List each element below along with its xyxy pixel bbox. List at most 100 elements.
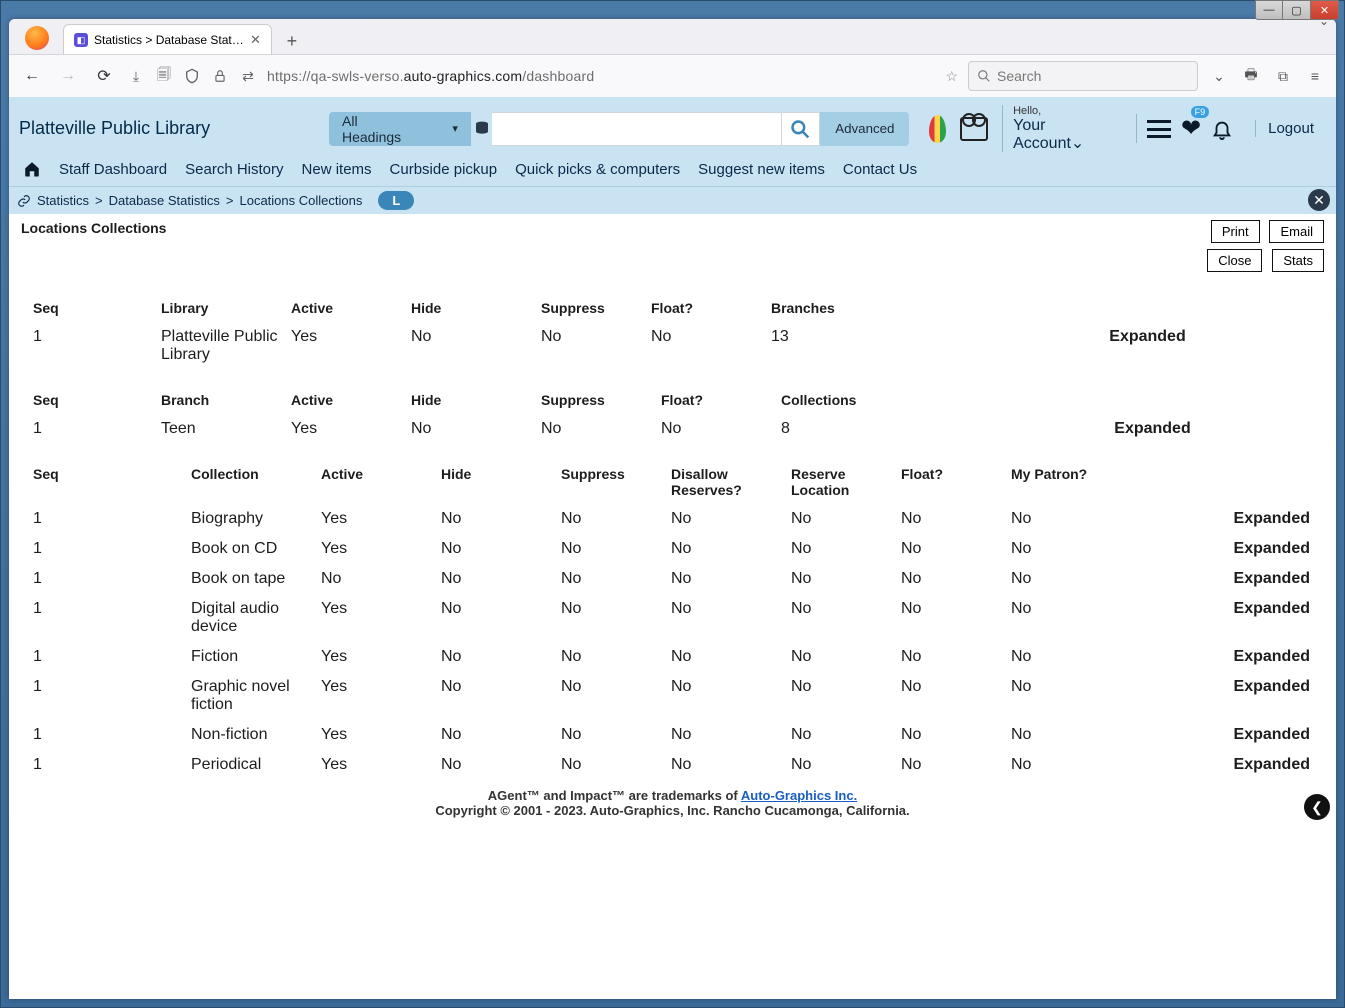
list-icon[interactable]	[1147, 120, 1171, 138]
nav-suggest[interactable]: Suggest new items	[698, 161, 825, 178]
nav-new-items[interactable]: New items	[302, 161, 372, 178]
footer-link[interactable]: Auto-Graphics Inc.	[741, 788, 857, 803]
address-bar[interactable]: ⤓ 🗐 ⇄ https://qa-swls-verso.auto-graphic…	[127, 67, 958, 85]
advanced-search-button[interactable]: Advanced	[820, 112, 909, 146]
back-button[interactable]: ←	[19, 63, 45, 89]
collection-row[interactable]: 1FictionYesNoNoNoNoNoNoExpanded	[21, 642, 1324, 672]
headings-label: All Headings	[342, 113, 416, 145]
collection-row[interactable]: 1Book on CDYesNoNoNoNoNoNoExpanded	[21, 534, 1324, 564]
print-button[interactable]: Print	[1211, 220, 1260, 243]
hamburger-menu-icon[interactable]: ≡	[1304, 68, 1326, 84]
expanded-toggle[interactable]: Expanded	[1131, 570, 1324, 588]
breadcrumb-close-button[interactable]: ✕	[1308, 189, 1330, 211]
col-hide: Hide	[411, 300, 541, 316]
tab-close-icon[interactable]: ✕	[250, 32, 261, 48]
branch-table: Seq Branch Active Hide Suppress Float? C…	[21, 386, 1324, 444]
side-drawer-toggle[interactable]: ❮	[1304, 794, 1330, 820]
reload-button[interactable]: ⟳	[91, 63, 117, 89]
bookmark-star-icon[interactable]: ☆	[945, 68, 958, 85]
library-row[interactable]: 1 Platteville Public Library Yes No No N…	[21, 322, 1324, 370]
main-nav: Staff Dashboard Search History New items…	[19, 152, 1326, 186]
catalog-search-input[interactable]	[492, 112, 781, 146]
col-suppress: Suppress	[541, 300, 651, 316]
nav-search-history[interactable]: Search History	[185, 161, 283, 178]
database-icon[interactable]	[471, 112, 492, 146]
nav-quick-picks[interactable]: Quick picks & computers	[515, 161, 680, 178]
url-text: https://qa-swls-verso.auto-graphics.com/…	[267, 68, 935, 84]
logout-link[interactable]: Logout	[1255, 120, 1326, 137]
microfilm-icon[interactable]	[960, 117, 988, 141]
expanded-toggle[interactable]: Expanded	[971, 328, 1324, 364]
collection-row[interactable]: 1Book on tapeNoNoNoNoNoNoNoExpanded	[21, 564, 1324, 594]
browser-tab[interactable]: ◧ Statistics > Database Statistics > ✕	[63, 24, 272, 54]
balloon-icon[interactable]	[929, 115, 946, 143]
chevron-down-icon: ⌄	[1071, 135, 1084, 152]
expanded-toggle[interactable]: Expanded	[981, 420, 1324, 438]
breadcrumb-item[interactable]: Locations Collections	[239, 193, 362, 208]
browser-toolbar: ← → ⟳ ⤓ 🗐 ⇄ https://qa-swls-verso.auto-g…	[9, 55, 1336, 97]
col-seq: Seq	[21, 300, 161, 316]
favorites-badge: F9	[1191, 106, 1210, 118]
notifications-bell-icon[interactable]	[1211, 118, 1233, 140]
permissions-icon[interactable]: ⇄	[239, 67, 257, 85]
nav-contact[interactable]: Contact Us	[843, 161, 917, 178]
expanded-toggle[interactable]: Expanded	[1131, 600, 1324, 636]
expanded-toggle[interactable]: Expanded	[1131, 678, 1324, 714]
collection-row[interactable]: 1Digital audio deviceYesNoNoNoNoNoNoExpa…	[21, 594, 1324, 642]
collection-row[interactable]: 1BiographyYesNoNoNoNoNoNoExpanded	[21, 504, 1324, 534]
page-title: Locations Collections	[21, 220, 166, 236]
clipboard-icon[interactable]: 🗐	[155, 67, 173, 85]
extension-icon[interactable]: ⧉	[1272, 68, 1294, 85]
nav-staff-dashboard[interactable]: Staff Dashboard	[59, 161, 167, 178]
pocket-icon[interactable]: ⌄	[1208, 68, 1230, 85]
browser-tab-strip: ◧ Statistics > Database Statistics > ✕ +…	[9, 19, 1336, 55]
chevron-down-icon: ▾	[452, 122, 458, 135]
headings-dropdown[interactable]: All Headings ▾	[329, 112, 471, 146]
breadcrumb-item[interactable]: Database Statistics	[109, 193, 220, 208]
tab-title: Statistics > Database Statistics >	[94, 33, 244, 47]
tab-favicon: ◧	[74, 33, 88, 47]
window-minimize[interactable]: —	[1255, 0, 1283, 20]
window-maximize[interactable]: ▢	[1283, 0, 1311, 20]
expanded-toggle[interactable]: Expanded	[1131, 756, 1324, 774]
search-icon	[977, 69, 991, 83]
catalog-search-button[interactable]	[782, 112, 821, 146]
forward-button[interactable]: →	[55, 63, 81, 89]
browser-search-box[interactable]: Search	[968, 61, 1198, 91]
breadcrumb-pill: L	[378, 191, 414, 210]
collection-table: Seq Collection Active Hide Suppress Disa…	[21, 460, 1324, 780]
breadcrumb-item[interactable]: Statistics	[37, 193, 89, 208]
expanded-toggle[interactable]: Expanded	[1131, 540, 1324, 558]
hello-text: Hello,	[1013, 105, 1112, 117]
branch-row[interactable]: 1 Teen Yes No No No 8 Expanded	[21, 414, 1324, 444]
col-library: Library	[161, 300, 291, 316]
breadcrumb: Statistics > Database Statistics > Locat…	[9, 186, 1336, 214]
browser-search-placeholder: Search	[997, 68, 1041, 84]
collection-row[interactable]: 1PeriodicalYesNoNoNoNoNoNoExpanded	[21, 750, 1324, 780]
new-tab-button[interactable]: +	[280, 30, 304, 54]
col-float: Float?	[651, 300, 771, 316]
close-button[interactable]: Close	[1207, 249, 1262, 272]
col-active: Active	[291, 300, 411, 316]
nav-curbside[interactable]: Curbside pickup	[390, 161, 498, 178]
library-name: Platteville Public Library	[19, 118, 319, 139]
expanded-toggle[interactable]: Expanded	[1131, 648, 1324, 666]
lock-icon[interactable]	[211, 67, 229, 85]
account-label: Your Account	[1013, 117, 1071, 152]
link-chain-icon	[17, 194, 31, 208]
favorites-icon[interactable]: ❤F9	[1181, 114, 1201, 143]
print-icon[interactable]: 🖶	[1240, 64, 1262, 88]
download-icon[interactable]: ⤓	[127, 67, 145, 85]
tab-overflow-icon[interactable]: ⌄	[1319, 19, 1329, 28]
expanded-toggle[interactable]: Expanded	[1131, 510, 1324, 528]
expanded-toggle[interactable]: Expanded	[1131, 726, 1324, 744]
stats-button[interactable]: Stats	[1272, 249, 1324, 272]
home-icon[interactable]	[23, 160, 41, 178]
account-menu[interactable]: Hello, Your Account⌄	[1002, 105, 1112, 152]
firefox-icon	[25, 26, 49, 50]
collection-row[interactable]: 1Graphic novel fictionYesNoNoNoNoNoNoExp…	[21, 672, 1324, 720]
collection-row[interactable]: 1Non-fictionYesNoNoNoNoNoNoExpanded	[21, 720, 1324, 750]
email-button[interactable]: Email	[1269, 220, 1324, 243]
shield-icon[interactable]	[183, 67, 201, 85]
library-table: Seq Library Active Hide Suppress Float? …	[21, 294, 1324, 370]
